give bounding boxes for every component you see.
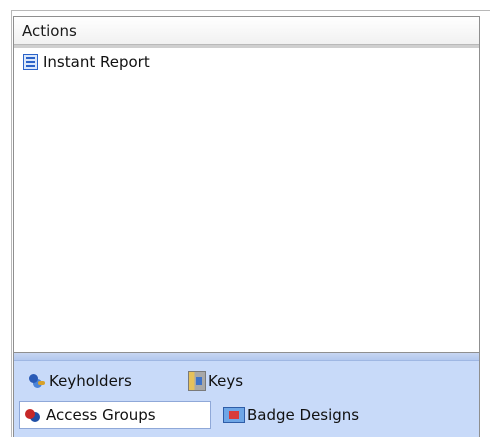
nav-item-access-groups[interactable]: Access Groups [19,401,211,429]
actions-panel: Actions Instant Report [13,16,480,353]
actions-header-label: Actions [22,22,77,40]
keys-icon [188,371,206,391]
nav-item-keys[interactable]: Keys [184,367,247,395]
action-instant-report-label: Instant Report [43,53,150,71]
actions-header: Actions [14,17,479,48]
nav-item-badge-designs-label: Badge Designs [247,406,360,424]
report-icon [22,53,40,71]
header-divider [14,45,479,48]
action-instant-report[interactable]: Instant Report [22,51,150,73]
nav-separator [14,353,479,361]
keyholders-icon [27,371,47,391]
badge-designs-icon [223,407,245,423]
nav-item-badge-designs[interactable]: Badge Designs [219,401,363,429]
nav-item-keys-label: Keys [208,372,244,390]
report-icon-shape [23,54,38,70]
nav-item-access-groups-label: Access Groups [46,406,156,424]
nav-item-keyholders[interactable]: Keyholders [23,367,136,395]
access-groups-icon [24,405,44,425]
nav-item-keyholders-label: Keyholders [49,372,132,390]
navigation-pane: Keyholders Keys Access Groups Badge Desi… [13,353,480,437]
